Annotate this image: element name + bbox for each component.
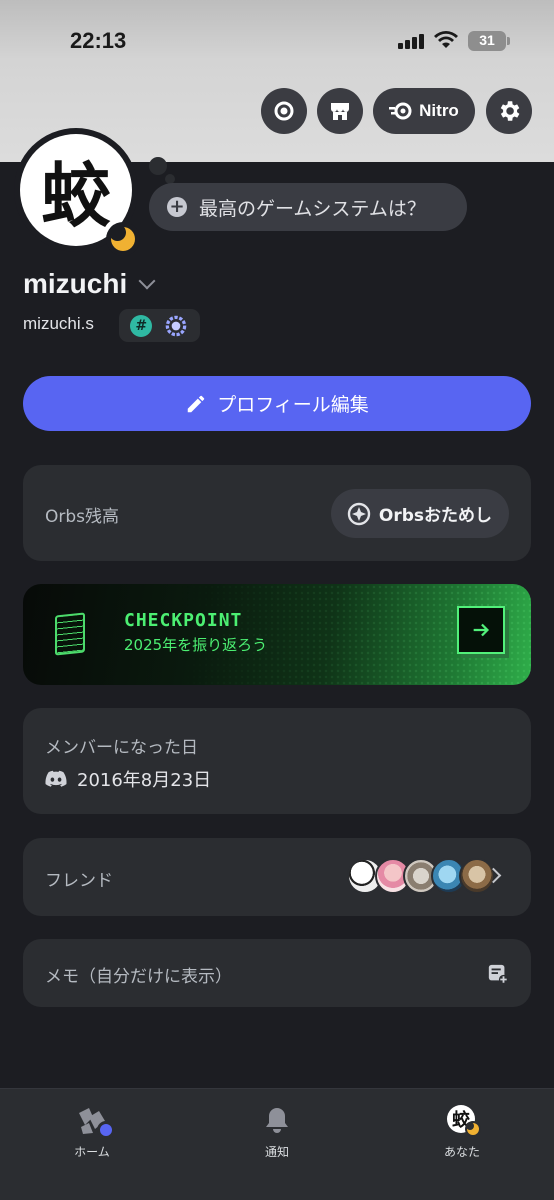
status-bar: 22:13 31 [0,0,554,80]
wreath-badge-icon [165,315,187,336]
idle-status-icon [106,222,140,256]
member-since-date: 2016年8月23日 [77,770,212,791]
friends-card[interactable]: フレンド [23,838,531,916]
battery-icon: 31 [468,31,510,51]
orbs-card: Orbs残高 Orbsおためし [23,465,531,561]
edit-profile-label: プロフィール編集 [217,394,369,416]
orbs-balance-label: Orbs残高 [45,507,120,527]
status-prompt: 最高のゲームシステムは？ [199,197,426,220]
display-name[interactable]: mizuchi [23,268,156,300]
bell-icon [260,1103,294,1137]
plus-icon: + [167,197,187,217]
badge-wreath-icon [274,101,294,121]
chevron-down-icon [138,272,156,290]
discord-icon [45,770,67,787]
nitro-button[interactable]: Nitro [373,88,475,134]
orb-icon [347,502,371,525]
tab-home[interactable]: ホーム [42,1103,142,1160]
orbs-trial-button[interactable]: Orbsおためし [330,489,509,538]
wifi-icon [433,30,459,50]
nitro-label: Nitro [419,101,459,120]
shop-button[interactable] [317,88,363,134]
checkpoint-title: CHECKPOINT [124,610,243,631]
home-icon [75,1103,115,1139]
checkpoint-card-icon [55,612,85,656]
member-since-label: メンバーになった日 [45,738,198,758]
arrow-right-icon[interactable] [457,606,505,654]
tab-you[interactable]: 蛟 あなた [412,1103,512,1160]
edit-profile-button[interactable]: プロフィール編集 [23,376,531,431]
memo-card[interactable]: メモ（自分だけに表示） [23,939,531,1007]
friends-label: フレンド [45,871,113,891]
checkpoint-subtitle: 2025年を振り返ろう [124,636,268,654]
memo-label: メモ（自分だけに表示） [45,967,232,987]
quests-button[interactable] [261,88,307,134]
pencil-icon [187,395,205,412]
hashtag-badge-icon: # [130,314,153,337]
clock: 22:13 [70,28,127,53]
battery-level: 31 [479,32,495,48]
bottom-tab-bar: ホーム 通知 蛟 あなた [0,1088,554,1200]
nitro-icon [389,102,412,120]
add-note-icon[interactable] [487,963,509,985]
tab-home-label: ホーム [74,1145,110,1159]
checkpoint-banner[interactable]: CHECKPOINT 2025年を振り返ろう [23,584,531,685]
tab-notifications-label: 通知 [264,1145,289,1159]
unread-dot [97,1121,115,1139]
signal-icon [398,33,426,49]
gear-icon [500,101,520,121]
idle-status-icon-small [465,1121,481,1137]
member-since-card: メンバーになった日 2016年8月23日 [23,708,531,814]
you-avatar-icon: 蛟 [445,1103,481,1137]
member-since-row: 2016年8月23日 [45,766,211,792]
display-name-text: mizuchi [23,268,128,299]
custom-status-bubble[interactable]: + 最高のゲームシステムは？ [149,183,467,231]
shop-icon [331,103,349,120]
badge-row[interactable]: # [119,309,200,342]
username: mizuchi.s [23,314,94,333]
thought-bubble-dot [149,157,167,175]
settings-button[interactable] [486,88,532,134]
tab-you-label: あなた [443,1145,480,1159]
orbs-trial-label: Orbsおためし [378,506,492,526]
tab-notifications[interactable]: 通知 [227,1103,327,1160]
